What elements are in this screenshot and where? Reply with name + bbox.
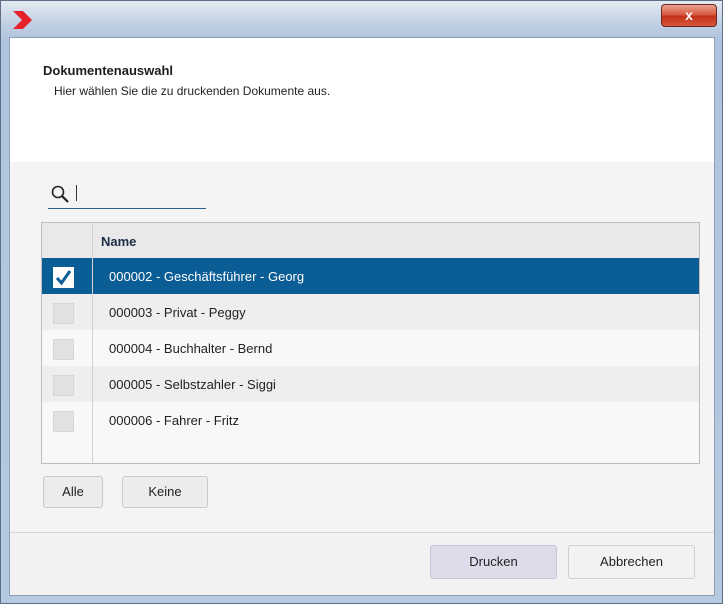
documents-table: Name 000002 - Geschäftsführer - Georg 00… [41,222,700,464]
column-header-name[interactable]: Name [101,234,136,249]
dialog-window: x Dokumentenauswahl Hier wählen Sie die … [0,0,723,604]
table-row[interactable]: 000002 - Geschäftsführer - Georg [42,258,699,294]
row-name: 000002 - Geschäftsführer - Georg [109,269,305,284]
table-header: Name [42,223,699,259]
row-checkbox[interactable] [53,303,74,324]
print-button[interactable]: Drucken [430,545,557,579]
row-name: 000005 - Selbstzahler - Siggi [109,377,276,392]
dialog-title: Dokumentenauswahl [43,63,174,78]
select-all-button[interactable]: Alle [43,476,103,508]
search-input[interactable] [78,182,206,206]
row-checkbox[interactable] [53,375,74,396]
select-none-button[interactable]: Keine [122,476,208,508]
row-name: 000006 - Fahrer - Fritz [109,413,240,428]
close-button[interactable]: x [661,4,717,27]
table-row[interactable]: 000006 - Fahrer - Fritz [42,402,699,438]
row-checkbox[interactable] [53,339,74,360]
title-bar[interactable]: x [1,1,722,37]
dialog-subtitle: Hier wählen Sie die zu druckenden Dokume… [54,84,331,98]
row-checkbox[interactable] [53,267,74,288]
search-field[interactable] [48,180,206,209]
checkmark-icon [55,270,72,286]
dialog-header: Dokumentenauswahl Hier wählen Sie die zu… [10,38,714,162]
table-row[interactable]: 000003 - Privat - Peggy [42,294,699,330]
row-name: 000003 - Privat - Peggy [109,305,246,320]
dialog-client: Dokumentenauswahl Hier wählen Sie die zu… [9,37,715,596]
table-row[interactable]: 000005 - Selbstzahler - Siggi [42,366,699,402]
table-row[interactable]: 000004 - Buchhalter - Bernd [42,330,699,366]
text-caret [76,185,77,201]
cancel-button[interactable]: Abbrechen [568,545,695,579]
row-checkbox[interactable] [53,411,74,432]
column-divider [92,223,93,463]
dialog-footer: Drucken Abbrechen [10,533,714,595]
search-icon [51,185,69,203]
app-logo-icon [13,11,32,29]
row-name: 000004 - Buchhalter - Bernd [109,341,273,356]
